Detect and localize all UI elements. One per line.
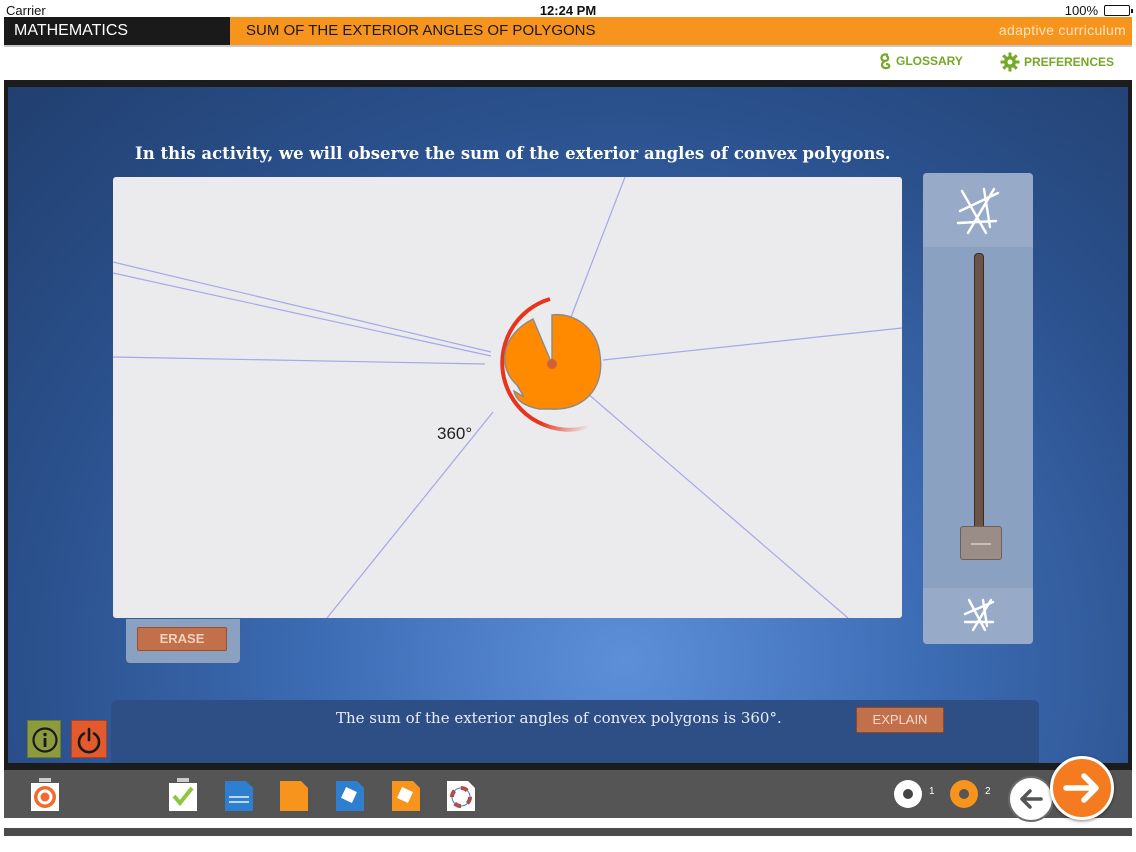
battery-icon (1104, 5, 1133, 16)
preferences-label: PREFERENCES (1024, 55, 1115, 69)
status-bar: Carrier 12:24 PM 100% (0, 0, 1136, 18)
side-count-slider-panel (923, 173, 1033, 644)
info-button[interactable] (27, 720, 61, 758)
page-dot-icon (959, 789, 969, 799)
checklist-icon[interactable] (168, 778, 198, 811)
brand-logo: adaptive curriculum (998, 22, 1126, 38)
polygon-canvas[interactable]: 360° (113, 177, 902, 618)
glossary-link[interactable]: GLOSSARY (878, 52, 963, 70)
side-count-slider-thumb[interactable] (960, 526, 1002, 560)
battery-percent: 100% (1064, 3, 1098, 18)
polygon-drawing (113, 177, 902, 618)
exit-button[interactable] (71, 720, 107, 758)
extension-lines (113, 177, 902, 618)
erase-panel: ERASE (126, 619, 240, 663)
angle-sum-readout: 360° (437, 424, 473, 443)
header-divider (4, 45, 1132, 47)
subject-title: MATHEMATICS (4, 17, 230, 45)
title-bar: MATHEMATICS SUM OF THE EXTERIOR ANGLES O… (4, 17, 1132, 45)
blue-document-icon[interactable] (224, 778, 254, 811)
blue-puzzle-icon[interactable] (335, 778, 365, 811)
conclusion-text: The sum of the exterior angles of convex… (336, 709, 782, 727)
clock: 12:24 PM (539, 3, 597, 18)
page-number-2: 2 (985, 786, 991, 797)
power-icon (77, 727, 101, 754)
bottom-toolbar: 1 2 (4, 756, 1132, 822)
page-indicator-2[interactable] (950, 780, 978, 808)
current-page-dot-icon (903, 789, 913, 799)
preferences-link[interactable]: PREFERENCES (1000, 52, 1114, 72)
arrow-left-icon (1020, 789, 1043, 809)
instruction-text: In this activity, we will observe the su… (135, 144, 891, 163)
info-icon (32, 727, 58, 753)
conclusion-panel: The sum of the exterior angles of convex… (111, 700, 1039, 763)
header-links: GLOSSARY PREFERENCES (0, 52, 1136, 74)
glossary-label: GLOSSARY (896, 54, 963, 68)
page-indicator-1[interactable] (894, 780, 922, 808)
gear-icon (1000, 52, 1020, 72)
arrow-right-icon (1063, 773, 1099, 803)
orange-document-icon[interactable] (279, 778, 309, 811)
next-button[interactable] (1050, 756, 1114, 820)
small-polygon-icon (963, 598, 995, 632)
lesson-title-text: SUM OF THE EXTERIOR ANGLES OF POLYGONS (246, 22, 596, 39)
toolbar-bottom-edge (4, 828, 1132, 836)
back-button[interactable] (1008, 776, 1054, 822)
lifebuoy-icon[interactable] (446, 778, 476, 811)
large-polygon-icon (956, 187, 1000, 235)
more-sides-button[interactable] (923, 173, 1033, 247)
fewer-sides-button[interactable] (923, 588, 1033, 644)
lesson-title: SUM OF THE EXTERIOR ANGLES OF POLYGONS a… (230, 17, 1132, 45)
side-count-slider-track[interactable] (974, 253, 984, 543)
activity-stage: In this activity, we will observe the su… (8, 87, 1128, 763)
target-icon[interactable] (30, 778, 60, 811)
explain-button[interactable]: EXPLAIN (856, 707, 944, 733)
orange-puzzle-icon[interactable] (391, 778, 421, 811)
erase-button[interactable]: ERASE (137, 627, 227, 651)
page-number-1: 1 (929, 786, 935, 797)
glossary-icon (880, 53, 891, 70)
sector-center-point (547, 359, 557, 369)
